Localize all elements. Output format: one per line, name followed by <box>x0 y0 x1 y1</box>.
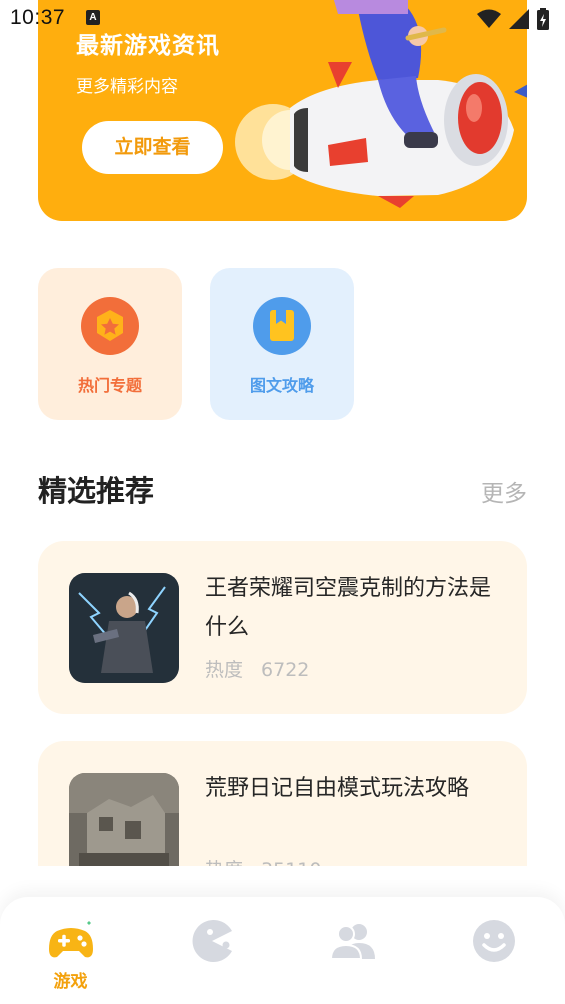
heat-label: 热度 <box>205 859 243 866</box>
status-time: 10:37 <box>10 6 66 29</box>
more-link[interactable]: 更多 <box>481 474 527 508</box>
heat-value: 6722 <box>261 659 310 681</box>
view-now-button[interactable]: 立即查看 <box>82 121 223 174</box>
article-thumbnail <box>69 573 179 683</box>
bookmark-book-icon <box>253 297 311 355</box>
article-card[interactable]: 王者荣耀司空震克制的方法是什么 热度 6722 <box>38 541 527 714</box>
signal-icon <box>509 9 529 29</box>
pacman-icon <box>192 920 232 962</box>
guides-label: 图文攻略 <box>249 376 314 395</box>
heat-value: 35110 <box>261 859 321 866</box>
tab-profile[interactable] <box>423 897 564 1004</box>
notification-icon: A <box>86 10 100 25</box>
star-badge-icon <box>81 297 139 355</box>
tab-community[interactable] <box>282 897 423 1004</box>
tab-games[interactable]: 游戏 <box>0 897 141 1004</box>
article-title: 荒野日记自由模式玩法攻略 <box>205 776 470 801</box>
banner-subtitle: 更多精彩内容 <box>76 77 178 97</box>
article-title: 王者荣耀司空震克制的方法是什么 <box>205 576 492 640</box>
article-heat: 热度 35110 <box>205 855 339 866</box>
status-icons <box>477 8 549 30</box>
guides-card[interactable]: 图文攻略 <box>210 268 354 420</box>
tab-pacman[interactable] <box>141 897 282 1004</box>
heat-label: 热度 <box>205 659 244 681</box>
hot-topics-card[interactable]: 热门专题 <box>38 268 182 420</box>
section-title: 精选推荐 <box>38 474 155 508</box>
article-heat: 热度 6722 <box>205 655 327 682</box>
battery-icon <box>537 8 549 30</box>
article-card[interactable]: 荒野日记自由模式玩法攻略 热度 35110 <box>38 741 527 866</box>
article-list[interactable]: 王者荣耀司空震克制的方法是什么 热度 6722 荒野日记自由模式玩法攻略 热度 35… <box>0 520 565 866</box>
status-bar: 10:37 A <box>0 0 565 36</box>
bottom-tab-bar: 游戏 <box>0 897 565 1004</box>
wifi-icon <box>477 9 501 28</box>
gamepad-icon <box>49 921 93 958</box>
users-icon <box>329 924 375 960</box>
smiley-icon <box>473 920 515 962</box>
tab-games-label: 游戏 <box>53 972 88 992</box>
article-thumbnail <box>69 773 179 866</box>
hot-topics-label: 热门专题 <box>77 376 142 395</box>
